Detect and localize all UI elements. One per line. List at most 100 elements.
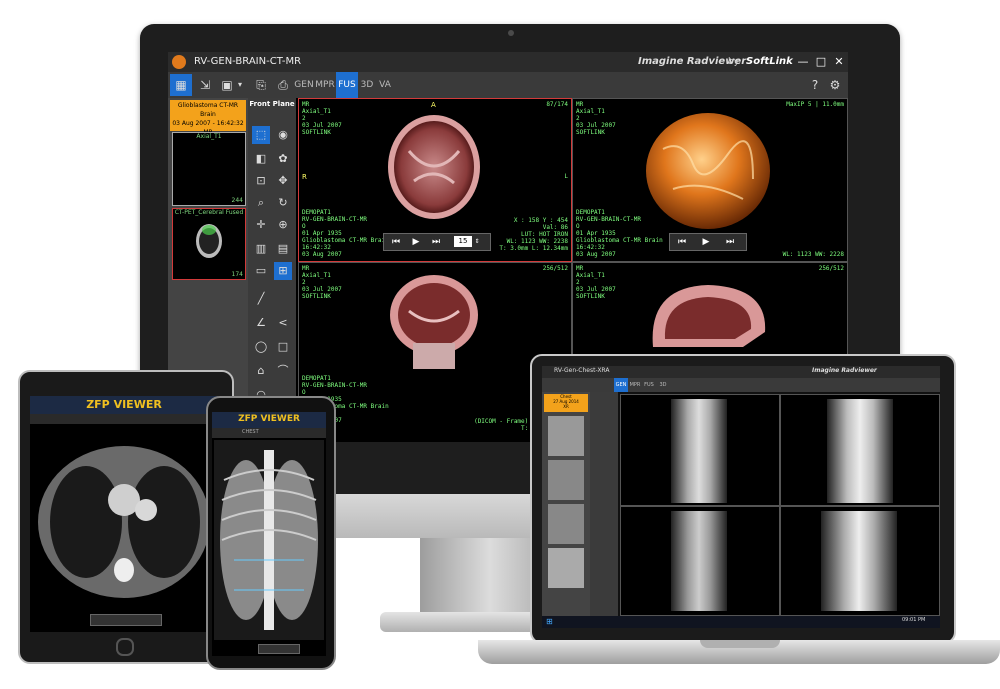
help-icon[interactable]: ? — [804, 74, 826, 96]
overlay-line: 2 — [576, 279, 580, 286]
target-tool-icon[interactable]: ◉ — [274, 126, 292, 144]
overlay-line: 2 — [302, 115, 306, 122]
overlay-line: SOFTLINK — [576, 129, 605, 136]
frame-stepper-icon[interactable]: ⇕ — [472, 235, 482, 249]
previous-frame-icon[interactable]: ⏮ — [388, 235, 404, 249]
tab-3d[interactable]: 3D — [358, 72, 376, 98]
tablet-nav-bar[interactable] — [90, 614, 162, 626]
angle-tool-icon[interactable]: ∠ — [252, 314, 270, 332]
minimize-button[interactable]: — — [794, 52, 812, 72]
start-icon[interactable]: ⊞ — [546, 617, 556, 627]
orientation-marker-left: R — [302, 173, 307, 181]
frame-rate-input[interactable]: 15 — [454, 236, 472, 247]
rectangle-tool-icon[interactable]: □ — [274, 338, 292, 356]
overlay-line: X : 158 Y : 454 — [513, 217, 568, 224]
layout-1x2-icon[interactable]: ▥ — [252, 240, 270, 258]
overlay-line: 03 Jul 2007 — [576, 122, 616, 129]
export-icon[interactable]: ⎘ — [250, 74, 272, 96]
overlay-line: 2 — [302, 279, 306, 286]
layout-2x1-icon[interactable]: ▤ — [274, 240, 292, 258]
slice-counter: 256/512 — [818, 265, 844, 272]
next-frame-icon[interactable]: ⏭ — [428, 235, 444, 249]
cobb-angle-icon[interactable]: < — [274, 314, 292, 332]
overlay-line: LUT: HOT IRON — [521, 231, 568, 238]
laptop-thumbnail[interactable] — [548, 504, 584, 544]
laptop-tab-3d[interactable]: 3D — [656, 378, 670, 392]
laptop-tab-gen[interactable]: GEN — [614, 378, 628, 392]
tablet-viewer-logo: ZFP VIEWER — [86, 398, 162, 411]
laptop-tab-fus[interactable]: FUS — [642, 378, 656, 392]
overlay-line: RV-GEN-BRAIN-CT-MR — [576, 216, 642, 223]
spine-xray-image — [671, 399, 727, 503]
tab-gen[interactable]: GEN — [294, 72, 314, 98]
window-title: RV-GEN-BRAIN-CT-MR — [194, 56, 302, 67]
print-icon[interactable]: ⎙ — [272, 74, 294, 96]
overlay-line: Axial_T1 — [302, 272, 331, 279]
phone-screen: ZFP VIEWER CHEST — [212, 412, 326, 656]
localizer-icon[interactable]: ⊕ — [274, 216, 292, 234]
next-frame-icon[interactable]: ⏭ — [722, 235, 738, 249]
laptop-thumbnail[interactable] — [548, 416, 584, 456]
arc-tool-icon[interactable]: ⌒ — [274, 362, 292, 380]
overlay-line: 03 Aug 2007 — [576, 251, 616, 258]
laptop-thumbnail[interactable] — [548, 460, 584, 500]
tab-va[interactable]: VA — [376, 72, 394, 98]
line-tool-icon[interactable]: ╱ — [252, 290, 270, 308]
crosshair-icon[interactable]: ✛ — [252, 216, 270, 234]
overlay-line: MR — [576, 101, 584, 108]
window-level-icon[interactable]: ◧ — [252, 150, 270, 168]
laptop-tab-mpr[interactable]: MPR — [628, 378, 642, 392]
overlay-top-left: MR Axial_T1 2 03 Jul 2007 SOFTLINK — [302, 101, 342, 136]
laptop-viewport[interactable] — [620, 506, 780, 616]
tab-fus[interactable]: FUS — [336, 72, 358, 98]
overlay-line: 01 Apr 1935 — [302, 230, 342, 237]
series-thumbnail[interactable]: CT-PET_Cerebral Fused 174 — [172, 208, 246, 280]
overlay-line: O — [302, 389, 306, 396]
zoom-icon[interactable]: ⌕ — [252, 194, 270, 212]
thumbnail-count: 174 — [231, 271, 243, 278]
crop-icon[interactable]: ⊡ — [252, 172, 270, 190]
play-icon[interactable]: ▶ — [408, 235, 424, 249]
select-tool-icon[interactable]: ⬚ — [252, 126, 270, 144]
overlay-line: 16:42:32 — [576, 244, 605, 251]
gear-icon[interactable]: ⚙ — [824, 74, 846, 96]
study-header[interactable]: Glioblastoma CT-MR Brain 03 Aug 2007 - 1… — [170, 100, 246, 136]
orientation-marker-right: L — [564, 173, 568, 180]
overlay-line: RV-GEN-BRAIN-CT-MR — [302, 382, 368, 389]
laptop-screen: RV-Gen-Chest-XRA Imagine Radviewer GEN M… — [542, 366, 940, 628]
polygon-tool-icon[interactable]: ⌂ — [252, 362, 270, 380]
series-thumbnail[interactable]: Axial_T1 244 — [172, 132, 246, 206]
maximize-button[interactable]: □ — [812, 52, 830, 72]
viewport-3d-render[interactable]: MR Axial_T1 2 03 Jul 2007 SOFTLINK MaxIP… — [572, 98, 848, 262]
close-button[interactable]: ✕ — [830, 52, 848, 72]
tablet-home-button[interactable] — [116, 638, 134, 656]
phone-toolbar-label: CHEST — [242, 429, 259, 435]
overlay-line: MR — [302, 101, 310, 108]
overlay-line: Axial_T1 — [576, 108, 605, 115]
chevron-down-icon[interactable]: ▾ — [234, 74, 246, 96]
layout-2x2-icon[interactable]: ⊞ — [274, 262, 292, 280]
laptop-viewport[interactable] — [780, 506, 940, 616]
layout-single-icon[interactable]: ▭ — [252, 262, 270, 280]
pan-icon[interactable]: ✥ — [274, 172, 292, 190]
laptop-viewport[interactable] — [620, 394, 780, 506]
brand-company: SoftLink — [746, 56, 793, 67]
phone-nav-bar[interactable] — [258, 644, 300, 654]
laptop-tool-palette — [590, 392, 618, 616]
tab-mpr[interactable]: MPR — [314, 72, 336, 98]
import-icon[interactable]: ⇲ — [194, 74, 216, 96]
palette-icon[interactable]: ✿ — [274, 150, 292, 168]
overlay-line: SOFTLINK — [302, 129, 331, 136]
previous-frame-icon[interactable]: ⏮ — [674, 235, 690, 249]
laptop-study-header[interactable]: Chest 27 Aug 2014 XR — [544, 394, 588, 412]
window-level-readout: WL: 1123 WW: 2228 — [782, 251, 844, 258]
tool-panel-title: Front Plane — [249, 100, 295, 108]
overlay-line: SOFTLINK — [302, 293, 331, 300]
laptop-thumbnail[interactable] — [548, 548, 584, 588]
ellipse-tool-icon[interactable]: ◯ — [252, 338, 270, 356]
grid-menu-icon[interactable]: ▦ — [170, 74, 192, 96]
play-icon[interactable]: ▶ — [698, 235, 714, 249]
viewport-axial-fused[interactable]: MR Axial_T1 2 03 Jul 2007 SOFTLINK A 87/… — [298, 98, 572, 262]
laptop-viewport[interactable] — [780, 394, 940, 506]
rotate-icon[interactable]: ↻ — [274, 194, 292, 212]
